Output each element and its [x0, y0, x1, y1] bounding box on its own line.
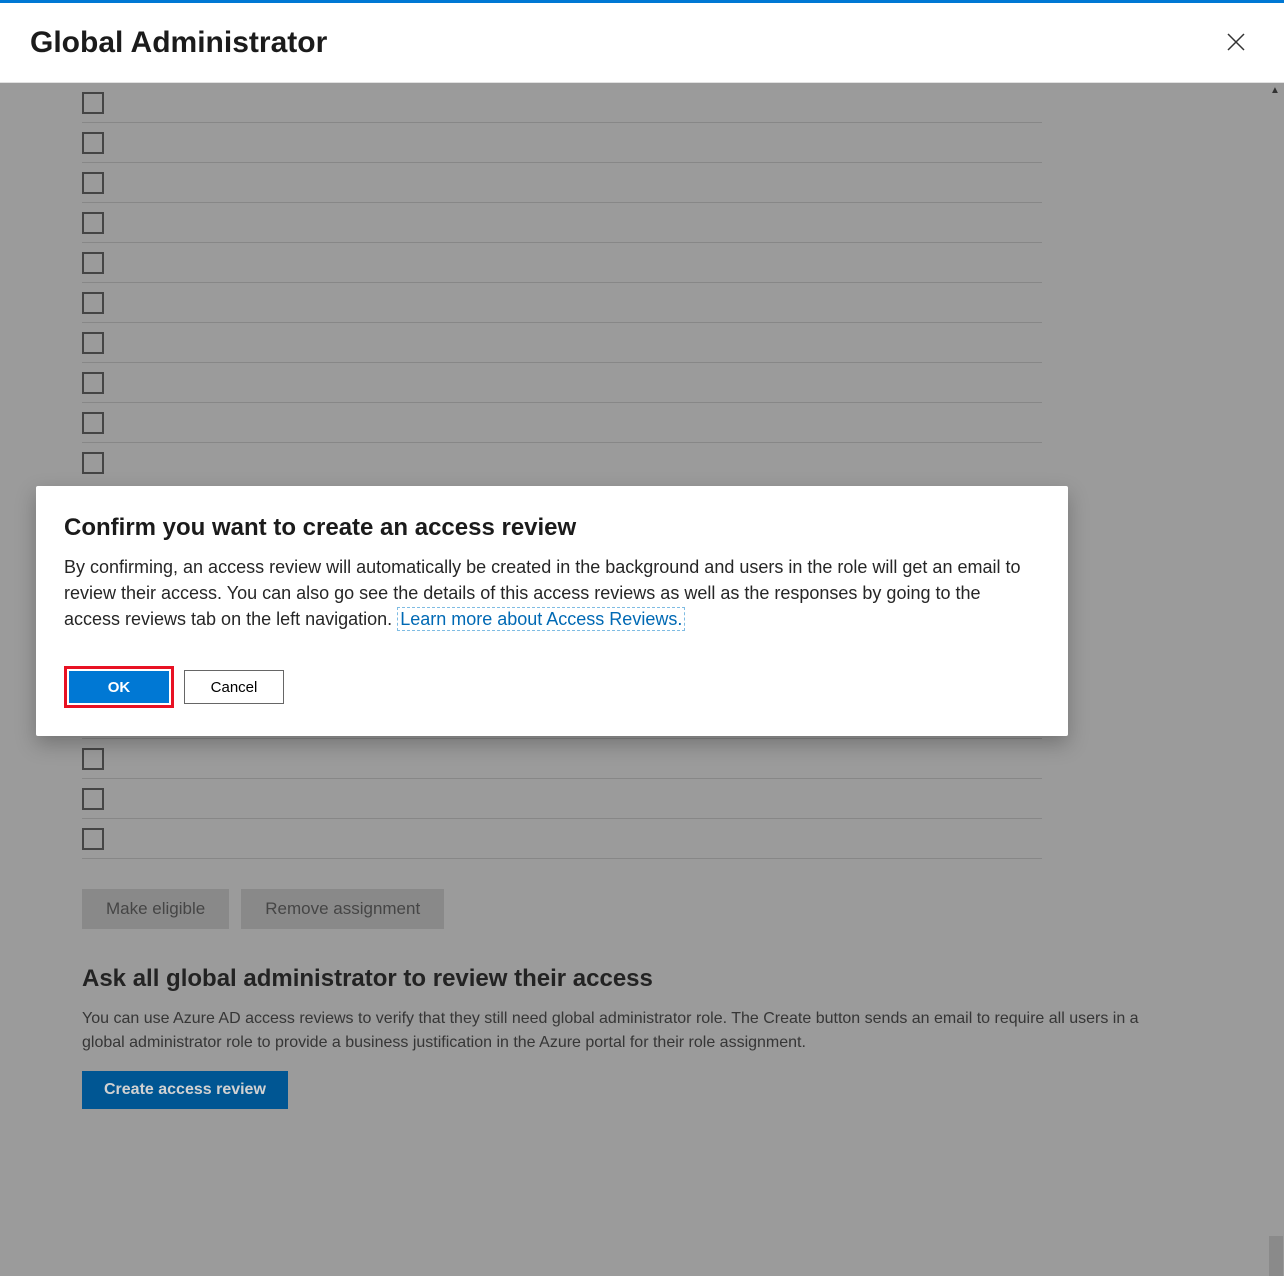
list-item[interactable] [82, 123, 1042, 163]
access-review-body: You can use Azure AD access reviews to v… [82, 1007, 1182, 1055]
row-checkbox[interactable] [82, 172, 104, 194]
scrollbar-up-icon[interactable]: ▲ [1267, 85, 1283, 101]
list-action-buttons: Make eligible Remove assignment [82, 889, 1254, 929]
row-checkbox[interactable] [82, 292, 104, 314]
make-eligible-button[interactable]: Make eligible [82, 889, 229, 929]
row-checkbox[interactable] [82, 252, 104, 274]
list-item[interactable] [82, 363, 1042, 403]
list-item[interactable] [82, 83, 1042, 123]
list-item[interactable] [82, 323, 1042, 363]
scrollbar-thumb[interactable] [1269, 1236, 1283, 1276]
ok-button[interactable]: OK [69, 671, 169, 703]
dialog-title: Confirm you want to create an access rev… [64, 514, 1040, 542]
access-review-section: Ask all global administrator to review t… [82, 965, 1182, 1109]
row-checkbox[interactable] [82, 372, 104, 394]
row-checkbox[interactable] [82, 788, 104, 810]
row-checkbox[interactable] [82, 132, 104, 154]
close-icon[interactable] [1218, 23, 1254, 63]
cancel-button[interactable]: Cancel [184, 670, 284, 704]
learn-more-link[interactable]: Learn more about Access Reviews. [397, 607, 685, 631]
list-item[interactable] [82, 203, 1042, 243]
page-title: Global Administrator [30, 26, 327, 60]
list-item[interactable] [82, 443, 1042, 483]
row-checkbox[interactable] [82, 828, 104, 850]
row-checkbox[interactable] [82, 452, 104, 474]
ok-button-highlight: OK [64, 666, 174, 708]
title-bar: Global Administrator [0, 3, 1284, 83]
member-list [82, 83, 1042, 859]
list-item[interactable] [82, 779, 1042, 819]
dialog-buttons: OK Cancel [64, 666, 1040, 708]
row-checkbox[interactable] [82, 92, 104, 114]
list-item[interactable] [82, 819, 1042, 859]
access-review-heading: Ask all global administrator to review t… [82, 965, 1182, 993]
row-checkbox[interactable] [82, 748, 104, 770]
list-item[interactable] [82, 243, 1042, 283]
row-checkbox[interactable] [82, 212, 104, 234]
list-item[interactable] [82, 163, 1042, 203]
row-checkbox[interactable] [82, 332, 104, 354]
row-checkbox[interactable] [82, 412, 104, 434]
create-access-review-button[interactable]: Create access review [82, 1071, 288, 1109]
dialog-body: By confirming, an access review will aut… [64, 554, 1040, 632]
list-item[interactable] [82, 283, 1042, 323]
confirm-dialog: Confirm you want to create an access rev… [36, 486, 1068, 736]
list-item[interactable] [82, 739, 1042, 779]
list-item[interactable] [82, 403, 1042, 443]
remove-assignment-button[interactable]: Remove assignment [241, 889, 444, 929]
